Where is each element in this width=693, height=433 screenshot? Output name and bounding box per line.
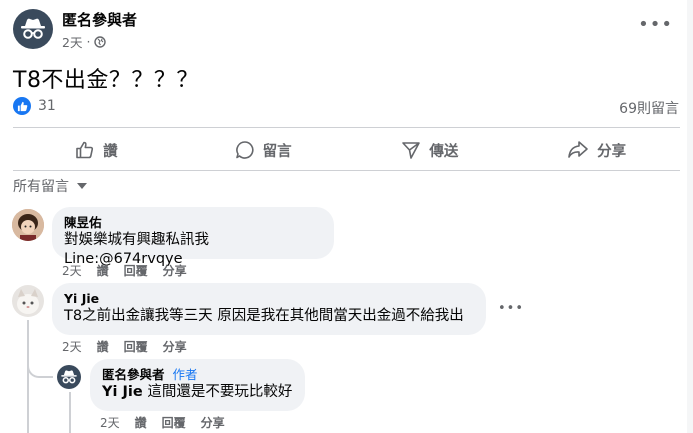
reply-thread-line [27, 320, 29, 433]
anonymous-incognito-icon [21, 18, 45, 39]
reply-mention[interactable]: Yi Jie [102, 384, 143, 400]
meta-separator: · [86, 34, 91, 49]
reaction-summary[interactable]: 31 [13, 97, 56, 115]
comment-share-link[interactable]: 分享 [163, 262, 187, 279]
reaction-count: 31 [38, 98, 56, 114]
comment-like-link[interactable]: 讚 [97, 262, 109, 279]
reply-time[interactable]: 2天 [100, 414, 120, 431]
comment-more-options-icon[interactable]: ••• [498, 301, 524, 316]
action-bar-bottom-divider [13, 170, 680, 171]
comment-reply-link[interactable]: 回覆 [124, 262, 148, 279]
comment-time[interactable]: 2天 [62, 338, 82, 355]
send-button[interactable]: 傳送 [347, 133, 514, 167]
comment-like-link[interactable]: 讚 [97, 338, 109, 355]
reply-thread-line [69, 392, 71, 433]
author-badge: 作者 [172, 367, 198, 382]
post-more-options-icon[interactable]: ••• [638, 14, 673, 35]
comment-author-name[interactable]: 陳昱佑 [64, 214, 322, 231]
thumbs-up-icon [76, 141, 94, 159]
reply-like-link[interactable]: 讚 [135, 414, 147, 431]
comment-text: T8之前出金讓我等三天 原因是我在其他間當天出金過不給我出 [64, 308, 464, 324]
send-icon [402, 142, 421, 159]
action-bar-top-divider [13, 127, 680, 128]
scrollbar-track[interactable] [687, 0, 693, 433]
reply-text-row: Yi Jie 這間還是不要玩比較好 [102, 383, 293, 402]
post-time[interactable]: 2天 [62, 32, 82, 51]
comment-share-link[interactable]: 分享 [163, 338, 187, 355]
comment-sort-label: 所有留言 [13, 179, 69, 195]
reply-bubble: 匿名參與者 作者 Yi Jie 這間還是不要玩比較好 [90, 359, 305, 411]
post-meta: 2天 · [62, 32, 107, 51]
comment-time[interactable]: 2天 [62, 262, 82, 279]
comment-bubble: Yi Jie T8之前出金讓我等三天 原因是我在其他間當天出金過不給我出 [52, 283, 486, 335]
commenter-avatar[interactable] [12, 209, 44, 241]
reply-reply-link[interactable]: 回覆 [162, 414, 186, 431]
privacy-icon[interactable] [94, 35, 107, 48]
like-button[interactable]: 讚 [13, 133, 180, 167]
like-button-label: 讚 [103, 143, 118, 160]
comment-author-name[interactable]: Yi Jie [64, 290, 474, 307]
reply-text: 這間還是不要玩比較好 [147, 384, 293, 400]
reply-author-name[interactable]: 匿名參與者 [102, 367, 165, 382]
comment-count-link[interactable]: 69則留言 [619, 98, 679, 118]
post-author-name[interactable]: 匿名參與者 [62, 9, 137, 30]
anonymous-incognito-icon [61, 370, 77, 384]
caret-down-icon [77, 183, 87, 189]
comment-bubble: 陳昱佑 對娛樂城有興趣私訊我Line:@674rvqye [52, 207, 334, 267]
comment-sort-dropdown[interactable]: 所有留言 [13, 176, 87, 196]
comment-actions: 2天 讚 回覆 分享 [62, 262, 187, 279]
commenter-avatar[interactable] [12, 285, 44, 317]
comment-button[interactable]: 留言 [180, 133, 347, 167]
post-text: T8不出金？？？？ [13, 68, 199, 93]
reply-actions: 2天 讚 回覆 分享 [100, 414, 225, 431]
share-button-label: 分享 [597, 143, 627, 160]
reply-share-link[interactable]: 分享 [201, 414, 225, 431]
reply-author-row: 匿名參與者 作者 [102, 366, 293, 383]
send-button-label: 傳送 [429, 143, 459, 160]
post-action-bar: 讚 留言 傳送 分享 [13, 133, 680, 167]
comment-actions: 2天 讚 回覆 分享 [62, 338, 187, 355]
post-author-avatar[interactable] [13, 9, 53, 49]
comment-reply-link[interactable]: 回覆 [124, 338, 148, 355]
reply-author-avatar[interactable] [57, 365, 81, 389]
like-reaction-icon [13, 97, 31, 115]
share-button[interactable]: 分享 [513, 133, 680, 167]
reply-connector [27, 358, 53, 378]
comment-button-label: 留言 [262, 143, 292, 160]
share-arrow-icon [568, 141, 588, 158]
speech-bubble-icon [235, 141, 254, 159]
